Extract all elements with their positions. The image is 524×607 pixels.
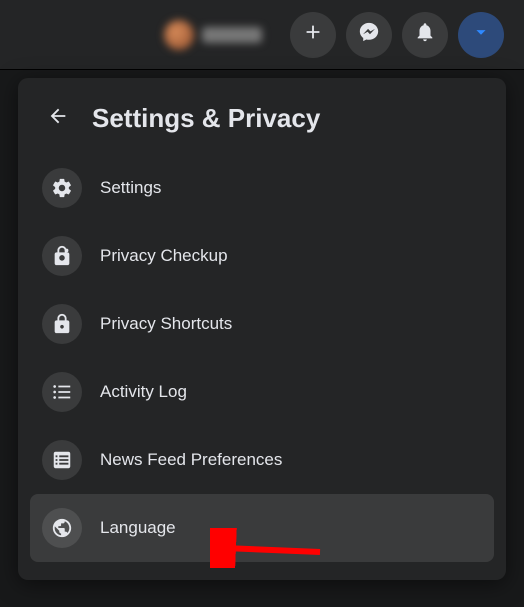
avatar bbox=[164, 20, 194, 50]
account-menu-button[interactable] bbox=[458, 12, 504, 58]
topbar bbox=[0, 0, 524, 70]
panel-title: Settings & Privacy bbox=[92, 103, 320, 134]
caret-down-icon bbox=[470, 21, 492, 48]
menu-label: Activity Log bbox=[100, 382, 187, 402]
create-button[interactable] bbox=[290, 12, 336, 58]
menu-label: Privacy Shortcuts bbox=[100, 314, 232, 334]
profile-name bbox=[202, 27, 262, 43]
menu-item-settings[interactable]: Settings bbox=[30, 154, 494, 222]
settings-privacy-panel: Settings & Privacy Settings Privacy Chec… bbox=[18, 78, 506, 580]
menu-item-activity-log[interactable]: Activity Log bbox=[30, 358, 494, 426]
back-button[interactable] bbox=[38, 98, 78, 138]
plus-icon bbox=[302, 21, 324, 48]
menu-item-news-feed-preferences[interactable]: News Feed Preferences bbox=[30, 426, 494, 494]
menu-label: Language bbox=[100, 518, 176, 538]
menu-label: Privacy Checkup bbox=[100, 246, 228, 266]
menu-label: News Feed Preferences bbox=[100, 450, 282, 470]
feed-icon bbox=[42, 440, 82, 480]
gear-icon bbox=[42, 168, 82, 208]
menu-item-language[interactable]: Language bbox=[30, 494, 494, 562]
notifications-button[interactable] bbox=[402, 12, 448, 58]
messenger-icon bbox=[358, 21, 380, 48]
panel-header: Settings & Privacy bbox=[30, 90, 494, 154]
bell-icon bbox=[414, 21, 436, 48]
lock-icon bbox=[42, 304, 82, 344]
list-icon bbox=[42, 372, 82, 412]
menu-item-privacy-checkup[interactable]: Privacy Checkup bbox=[30, 222, 494, 290]
lock-heart-icon bbox=[42, 236, 82, 276]
globe-icon bbox=[42, 508, 82, 548]
menu-label: Settings bbox=[100, 178, 161, 198]
profile-chip[interactable] bbox=[154, 14, 272, 56]
arrow-left-icon bbox=[47, 105, 69, 132]
menu-item-privacy-shortcuts[interactable]: Privacy Shortcuts bbox=[30, 290, 494, 358]
messenger-button[interactable] bbox=[346, 12, 392, 58]
